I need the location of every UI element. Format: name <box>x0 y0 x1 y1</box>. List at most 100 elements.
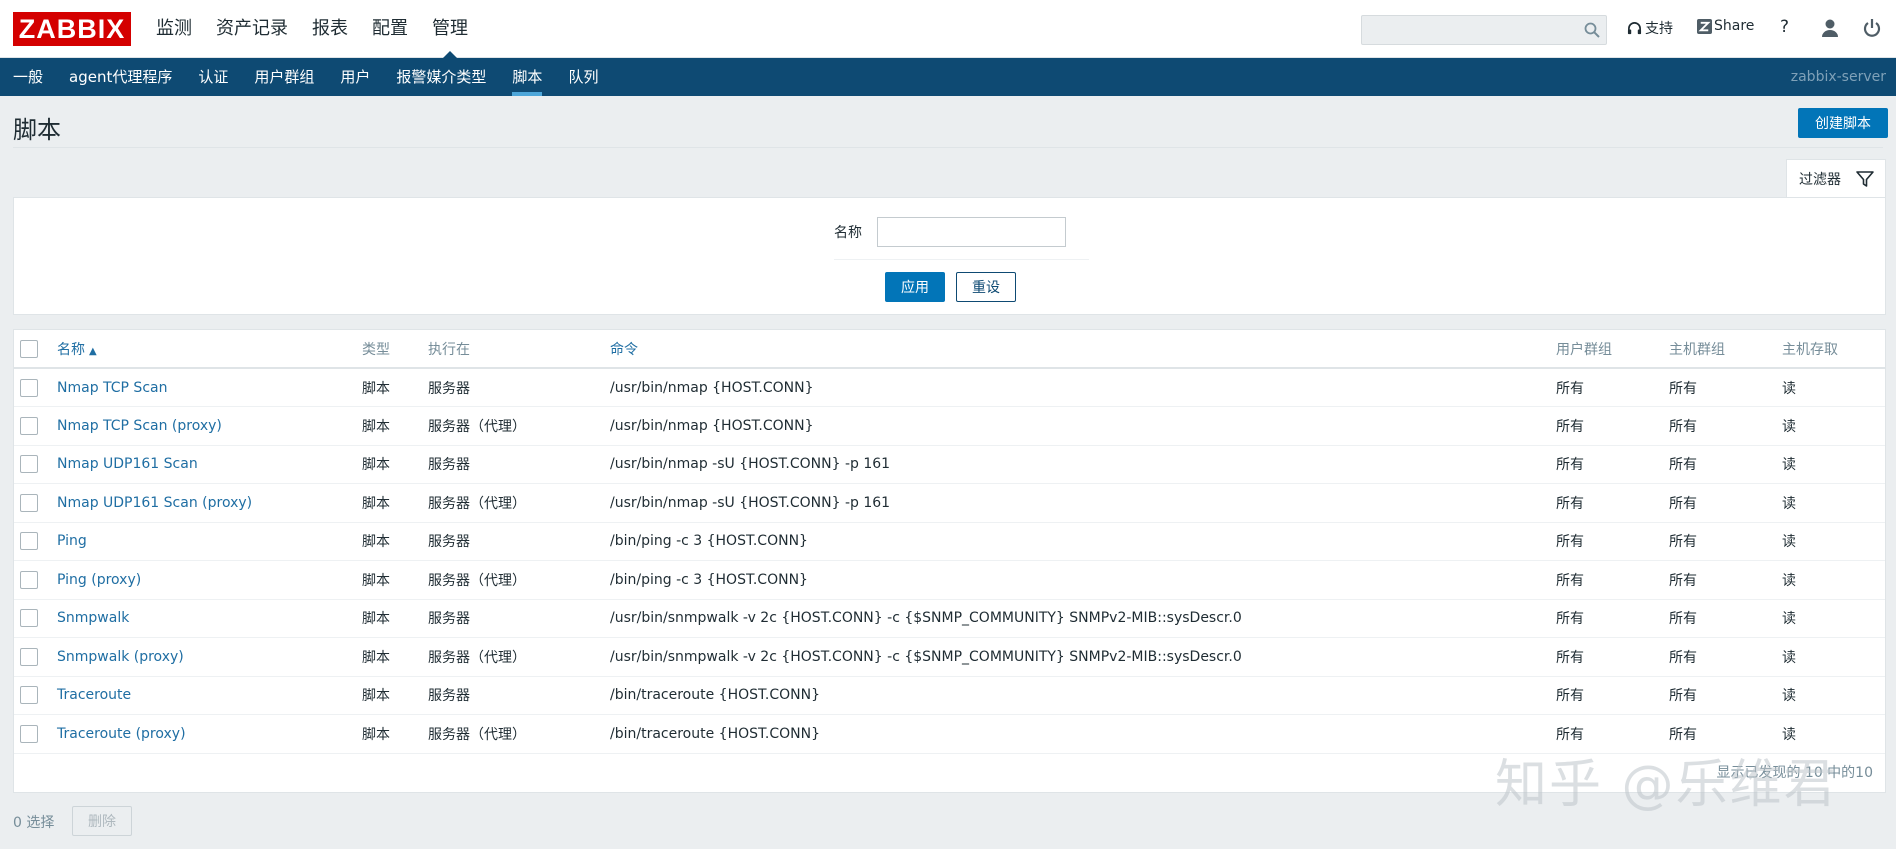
selected-count: 0 选择 <box>13 815 55 831</box>
subnav-media-types[interactable]: 报警媒介类型 <box>396 58 486 96</box>
script-name-link[interactable]: Traceroute <box>57 687 131 703</box>
subnav-scripts[interactable]: 脚本 <box>512 58 543 96</box>
row-checkbox[interactable] <box>20 455 38 474</box>
scripts-table: 名称 ▲ 类型 执行在 命令 用户群组 主机群组 主机存取 Nmap TCP Sc… <box>14 330 1885 754</box>
sign-out-icon[interactable] <box>1862 18 1882 38</box>
cell-type: 脚本 <box>362 380 390 397</box>
col-user-group-header: 用户群组 <box>1556 341 1612 358</box>
subnav-users[interactable]: 用户 <box>340 58 370 96</box>
select-all-checkbox[interactable] <box>20 339 38 358</box>
col-type-header: 类型 <box>362 341 390 358</box>
reset-button[interactable]: 重设 <box>956 272 1016 302</box>
search-input[interactable] <box>1362 16 1572 44</box>
script-name-link[interactable]: Ping (proxy) <box>57 572 141 588</box>
zabbix-logo[interactable]: ZABBIX <box>13 12 131 46</box>
filter-name-label: 名称 <box>834 225 862 241</box>
row-checkbox[interactable] <box>20 378 38 397</box>
filter-tab[interactable]: 过滤器 <box>1786 159 1886 197</box>
cell-host-access: 读 <box>1782 380 1796 397</box>
create-script-button[interactable]: 创建脚本 <box>1798 108 1888 138</box>
col-name-header[interactable]: 名称 ▲ <box>57 330 362 368</box>
filter-name-input[interactable] <box>877 217 1066 247</box>
row-checkbox[interactable] <box>20 724 38 743</box>
apply-button[interactable]: 应用 <box>885 272 945 302</box>
cell-host-access: 读 <box>1782 572 1796 589</box>
subnav-general[interactable]: 一般 <box>13 58 43 96</box>
cell-command: /usr/bin/nmap {HOST.CONN} <box>610 379 814 396</box>
search-icon[interactable] <box>1584 22 1600 38</box>
support-link[interactable]: 支持 <box>1627 18 1673 38</box>
cell-host-group: 所有 <box>1669 611 1697 628</box>
cell-host-access: 读 <box>1782 649 1796 666</box>
table-row: Ping 脚本 服务器 /bin/ping -c 3 {HOST.CONN} 所… <box>14 522 1885 561</box>
script-name-link[interactable]: Nmap TCP Scan <box>57 380 167 396</box>
page-title: 脚本 <box>13 116 61 144</box>
top-header: ZABBIX 监测 资产记录 报表 配置 管理 支持 Share ? <box>0 0 1896 59</box>
cell-host-group: 所有 <box>1669 380 1697 397</box>
script-name-link[interactable]: Snmpwalk (proxy) <box>57 649 184 665</box>
cell-execute-on: 服务器 <box>428 534 470 551</box>
cell-user-group: 所有 <box>1556 688 1584 705</box>
col-command-header[interactable]: 命令 <box>610 330 1556 368</box>
help-button[interactable]: ? <box>1780 17 1789 37</box>
table-header-row: 名称 ▲ 类型 执行在 命令 用户群组 主机群组 主机存取 <box>14 330 1885 368</box>
watermark-text: 知乎 @乐维君 <box>1495 755 1838 815</box>
cell-type: 脚本 <box>362 726 390 743</box>
cell-host-group: 所有 <box>1669 418 1697 435</box>
subnav-authentication[interactable]: 认证 <box>198 58 228 96</box>
cell-execute-on: 服务器 <box>428 611 470 628</box>
subnav-user-groups[interactable]: 用户群组 <box>254 58 314 96</box>
table-row: Snmpwalk 脚本 服务器 /usr/bin/snmpwalk -v 2c … <box>14 599 1885 638</box>
cell-command: /usr/bin/nmap -sU {HOST.CONN} -p 161 <box>610 494 891 511</box>
table-row: Nmap UDP161 Scan (proxy) 脚本 服务器（代理） /usr… <box>14 484 1885 522</box>
cell-command: /bin/traceroute {HOST.CONN} <box>610 725 820 742</box>
cell-host-access: 读 <box>1782 495 1796 512</box>
filter-tab-label: 过滤器 <box>1799 171 1841 188</box>
row-checkbox[interactable] <box>20 532 38 551</box>
col-execute-on-header: 执行在 <box>428 341 470 358</box>
cell-type: 脚本 <box>362 572 390 589</box>
cell-host-access: 读 <box>1782 611 1796 628</box>
cell-user-group: 所有 <box>1556 457 1584 474</box>
table-row: Nmap TCP Scan 脚本 服务器 /usr/bin/nmap {HOST… <box>14 368 1885 407</box>
nav-configuration[interactable]: 配置 <box>372 0 408 58</box>
script-name-link[interactable]: Nmap TCP Scan (proxy) <box>57 418 222 434</box>
cell-host-group: 所有 <box>1669 649 1697 666</box>
cell-user-group: 所有 <box>1556 495 1584 512</box>
script-name-link[interactable]: Traceroute (proxy) <box>57 726 186 742</box>
row-checkbox[interactable] <box>20 609 38 628</box>
script-name-link[interactable]: Ping <box>57 533 87 549</box>
row-checkbox[interactable] <box>20 647 38 666</box>
script-name-link[interactable]: Nmap UDP161 Scan <box>57 456 198 472</box>
script-name-link[interactable]: Snmpwalk <box>57 610 129 626</box>
row-checkbox[interactable] <box>20 686 38 705</box>
title-divider <box>13 147 1883 148</box>
row-checkbox[interactable] <box>20 570 38 589</box>
cell-execute-on: 服务器（代理） <box>428 572 526 589</box>
cell-type: 脚本 <box>362 611 390 628</box>
cell-execute-on: 服务器（代理） <box>428 726 526 743</box>
cell-user-group: 所有 <box>1556 534 1584 551</box>
col-host-access-header: 主机存取 <box>1782 341 1838 358</box>
cell-user-group: 所有 <box>1556 418 1584 435</box>
cell-user-group: 所有 <box>1556 380 1584 397</box>
cell-command: /bin/ping -c 3 {HOST.CONN} <box>610 571 808 588</box>
row-checkbox[interactable] <box>20 416 38 435</box>
nav-monitoring[interactable]: 监测 <box>156 0 192 58</box>
delete-button[interactable]: 删除 <box>72 806 132 836</box>
cell-type: 脚本 <box>362 495 390 512</box>
scripts-table-panel: 名称 ▲ 类型 执行在 命令 用户群组 主机群组 主机存取 Nmap TCP Sc… <box>13 329 1886 793</box>
row-checkbox[interactable] <box>20 493 38 512</box>
cell-execute-on: 服务器 <box>428 380 470 397</box>
cell-execute-on: 服务器 <box>428 457 470 474</box>
share-link[interactable]: Share <box>1697 18 1754 34</box>
cell-command: /usr/bin/snmpwalk -v 2c {HOST.CONN} -c {… <box>610 648 1242 665</box>
nav-administration[interactable]: 管理 <box>432 0 468 59</box>
user-profile-icon[interactable] <box>1820 18 1840 38</box>
subnav-queue[interactable]: 队列 <box>568 58 598 96</box>
support-label: 支持 <box>1645 21 1673 37</box>
nav-inventory[interactable]: 资产记录 <box>216 0 288 58</box>
script-name-link[interactable]: Nmap UDP161 Scan (proxy) <box>57 495 252 511</box>
subnav-proxies[interactable]: agent代理程序 <box>69 58 172 96</box>
nav-reports[interactable]: 报表 <box>312 0 348 58</box>
